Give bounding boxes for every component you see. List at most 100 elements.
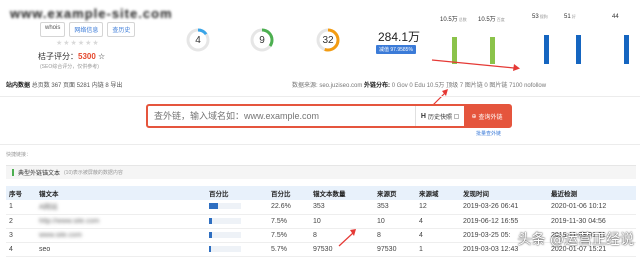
bar-sublabel: 好: [570, 14, 576, 19]
arrow-icon: [431, 59, 520, 71]
site-data-line: 站内数据 总页数 367 页面 5281 内链 8 导出: [6, 80, 122, 89]
percent-bar-fill: [209, 231, 212, 238]
row-percent-bar: [206, 200, 268, 215]
table-row[interactable]: 2 http://www.site.com 7.5% 10 10 4 2019-06-12 …: [6, 214, 636, 229]
tag-row: whois 网络信息 查历史: [40, 22, 136, 37]
bar-value: 51: [564, 14, 571, 20]
panel-marker-icon: [12, 169, 14, 176]
history-tag[interactable]: 查历史: [107, 22, 136, 37]
row-last-check: 2019-11-30 04:56: [548, 214, 636, 229]
row-count: 353: [310, 200, 374, 215]
percent-bar-fill: [209, 217, 212, 224]
arrow-icon: [338, 229, 356, 247]
bar-value: 10.5万: [478, 17, 496, 23]
quick-links-label: 快捷链接：: [6, 152, 32, 158]
score-note: (SEO综合评分，仅供参考): [40, 64, 99, 70]
batch-query-link[interactable]: 批量查外链: [476, 130, 501, 137]
col-anchor[interactable]: 锚文本: [36, 186, 206, 200]
score-value: 5300: [78, 52, 96, 61]
link-icon: ⊕: [471, 113, 477, 120]
search-button[interactable]: ⊕ 查询外链: [464, 106, 510, 126]
row-found-time: 2019-03-26 06:41: [460, 200, 548, 215]
bar-value: 53: [532, 14, 539, 20]
gauge-value: 9: [259, 34, 265, 46]
row-found-time: 2019-06-12 16:55: [460, 214, 548, 229]
score-label: 桔子评分：: [38, 52, 78, 61]
row-index: 3: [6, 228, 36, 243]
col-last-check[interactable]: 最近检测: [548, 186, 636, 200]
gauge-1: 4: [186, 28, 210, 54]
gauge-2: 9: [250, 28, 274, 54]
col-count[interactable]: 锚文本数量: [310, 186, 374, 200]
history-checkbox[interactable]: [454, 113, 459, 119]
row-anchor: http://www.site.com: [36, 214, 206, 229]
table-header-row: 序号 锚文本 百分比 百分比 锚文本数量 来源页 来源域 发现时间 最近检测: [6, 186, 636, 200]
percent-bar: [209, 231, 241, 238]
row-source-pages: 8: [374, 228, 416, 243]
bar-value: 44: [612, 14, 619, 20]
site-name: www.example-site.com: [10, 6, 173, 21]
row-source-domains: 1: [416, 242, 460, 257]
row-percent-bar: [206, 214, 268, 229]
search-input[interactable]: [148, 106, 415, 126]
bar-label: 51 好: [564, 14, 576, 20]
row-source-pages: 10: [374, 214, 416, 229]
star-icon: ☆: [98, 52, 106, 61]
row-percent: 7.5%: [268, 214, 310, 229]
percent-bar-fill: [209, 245, 212, 252]
history-snapshot-toggle[interactable]: H 历史快照: [414, 106, 464, 126]
data-source: 数据来源: seo.juziseo.com: [292, 83, 363, 89]
gauge-3: 32: [316, 28, 340, 54]
total-links-value: 284.1万: [378, 30, 421, 44]
watermark: 头条 @运营正经说: [517, 232, 634, 248]
panel-note: (10)表示被屏蔽的数据内容: [64, 170, 123, 176]
percent-bar: [209, 245, 241, 252]
divider: [0, 144, 640, 145]
row-count: 10: [310, 214, 374, 229]
site-data-text: 总页数 367 页面 5281 内链 8 导出: [31, 83, 123, 89]
network-info-tag[interactable]: 网络信息: [69, 22, 104, 37]
gauge-value: 32: [322, 34, 334, 46]
row-index: 4: [6, 242, 36, 257]
bar-mark: [576, 35, 581, 64]
col-found-time[interactable]: 发现时间: [460, 186, 548, 200]
row-source-domains: 4: [416, 228, 460, 243]
search-bar: H 历史快照 ⊕ 查询外链: [146, 104, 512, 128]
search-button-label: 查询外链: [478, 114, 503, 121]
anchor-panel-header: 典型外链锚文本 (10)表示被屏蔽的数据内容: [6, 165, 636, 179]
row-index: 1: [6, 200, 36, 215]
external-distribution-line: 数据来源: seo.juziseo.com 外链分布: 0 Gov 0 Edu …: [292, 80, 546, 89]
percent-bar-fill: [209, 203, 218, 210]
table-row[interactable]: 1 A网站 22.6% 353 353 12 2019-03-26 06:41 2020-01…: [6, 200, 636, 215]
bar-mark: [624, 35, 629, 64]
row-source-pages: 97530: [374, 242, 416, 257]
col-percent-bar[interactable]: 百分比: [206, 186, 268, 200]
col-percent[interactable]: 百分比: [268, 186, 310, 200]
row-anchor: www.site.com: [36, 228, 206, 243]
bar-label: 44: [612, 14, 619, 20]
whois-tag[interactable]: whois: [40, 22, 66, 37]
percent-bar: [209, 217, 241, 224]
external-label: 外链分布:: [364, 83, 391, 89]
bar-label: 10.5万 百度: [478, 14, 505, 23]
bar-sublabel: 百度: [495, 17, 505, 22]
bar-value: 10.5万: [440, 17, 458, 23]
row-source-domains: 12: [416, 200, 460, 215]
bar-label: 53 搜狗: [532, 14, 548, 20]
bar-mark: [544, 35, 549, 64]
row-index: 2: [6, 214, 36, 229]
total-links-badge: 减值 97.9585%: [376, 45, 416, 54]
row-percent: 7.5%: [268, 228, 310, 243]
score: 桔子评分：5300 ☆: [38, 51, 105, 62]
bar-sublabel: 搜狗: [538, 14, 548, 19]
row-percent-bar: [206, 228, 268, 243]
col-source-domains[interactable]: 来源域: [416, 186, 460, 200]
bar-label: 10.5万 总数: [440, 14, 467, 23]
row-source-domains: 4: [416, 214, 460, 229]
col-index[interactable]: 序号: [6, 186, 36, 200]
row-percent-bar: [206, 242, 268, 257]
row-anchor: A网站: [36, 200, 206, 215]
row-source-pages: 353: [374, 200, 416, 215]
divider: [0, 96, 640, 97]
col-source-pages[interactable]: 来源页: [374, 186, 416, 200]
